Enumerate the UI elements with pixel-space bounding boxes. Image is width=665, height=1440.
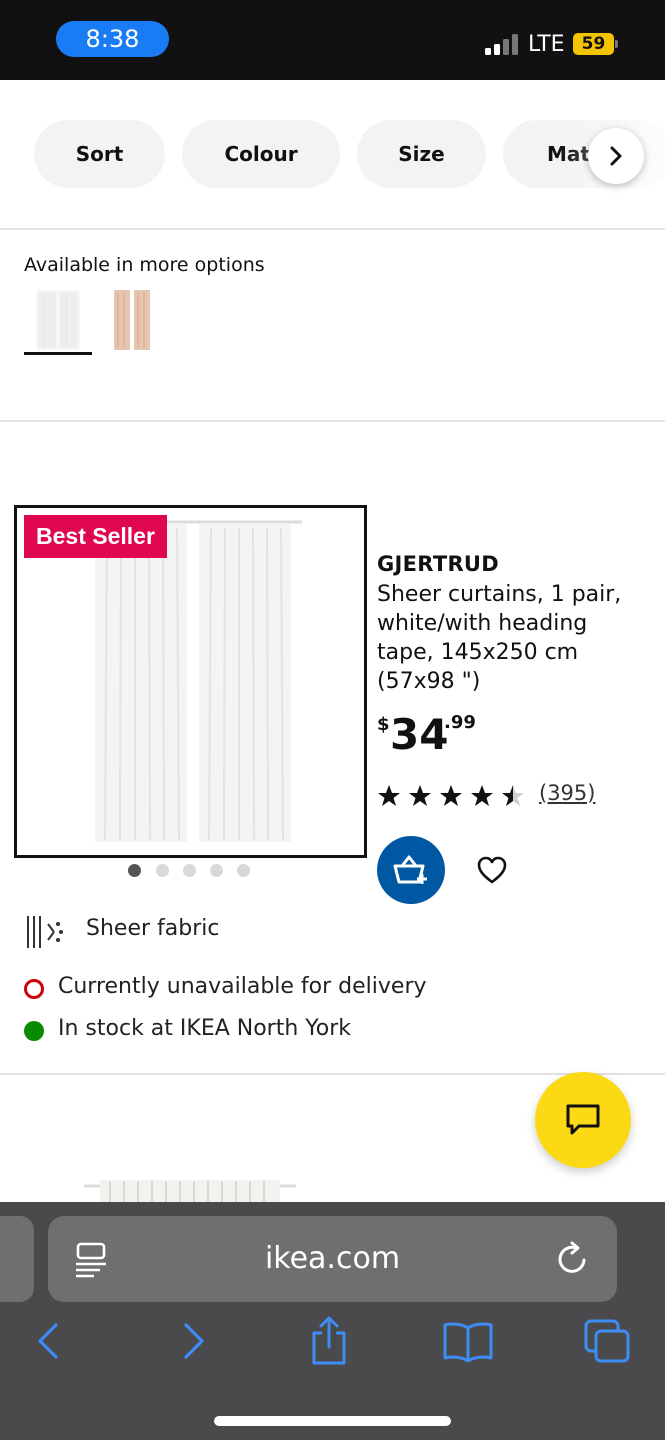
- price-integer: 34: [390, 710, 449, 759]
- heart-icon: [477, 856, 507, 884]
- signal-icon: [485, 33, 521, 55]
- delivery-status-label: Currently unavailable for delivery: [58, 974, 427, 999]
- forward-button[interactable]: [166, 1314, 220, 1368]
- more-options-label: Available in more options: [24, 254, 265, 276]
- star-icon: [378, 785, 400, 806]
- stock-status-label: In stock at IKEA North York: [58, 1016, 352, 1041]
- carousel-dot[interactable]: [156, 864, 169, 877]
- star-icon: [471, 785, 493, 806]
- carousel-dot[interactable]: [237, 864, 250, 877]
- cart-add-icon: [393, 855, 427, 884]
- sort-chip[interactable]: Sort: [34, 120, 165, 188]
- star-icon: [502, 785, 524, 806]
- best-seller-badge: Best Seller: [24, 515, 167, 558]
- reload-icon[interactable]: [556, 1240, 592, 1278]
- price-currency: $: [377, 714, 390, 735]
- previous-tab[interactable]: [0, 1216, 34, 1302]
- battery-level: 59: [573, 33, 614, 55]
- product-brand[interactable]: GJERTRUD: [377, 552, 499, 576]
- rating-stars: [377, 784, 527, 808]
- home-indicator: [214, 1416, 451, 1426]
- size-chip[interactable]: Size: [357, 120, 486, 188]
- feature-label: Sheer fabric: [86, 916, 220, 941]
- swatch-white[interactable]: [36, 290, 80, 354]
- carousel-dot[interactable]: [128, 864, 141, 877]
- chevron-right-icon: [184, 1323, 204, 1359]
- book-icon: [443, 1322, 493, 1362]
- filter-bar: Sort Colour Size Mat: [0, 80, 665, 230]
- url-text[interactable]: ikea.com: [48, 1216, 617, 1302]
- add-to-cart-button[interactable]: [377, 836, 445, 904]
- more-options-section: Available in more options: [0, 232, 665, 422]
- tabs-icon: [584, 1319, 630, 1363]
- review-count-link[interactable]: (395): [539, 781, 595, 805]
- tabs-button[interactable]: [580, 1314, 634, 1368]
- address-bar[interactable]: ikea.com: [48, 1216, 617, 1302]
- back-button[interactable]: [22, 1314, 76, 1368]
- product-description[interactable]: Sheer curtains, 1 pair, white/with headi…: [377, 580, 647, 696]
- in-stock-indicator: [24, 1021, 44, 1041]
- selected-swatch-indicator: [24, 352, 92, 355]
- bookmarks-button[interactable]: [441, 1314, 495, 1368]
- chevron-right-icon: [610, 146, 622, 166]
- network-label: LTE: [528, 32, 565, 57]
- share-button[interactable]: [302, 1314, 356, 1368]
- price-decimals: .99: [444, 712, 476, 733]
- sheer-fabric-icon: [27, 916, 63, 948]
- favourite-button[interactable]: [472, 850, 512, 890]
- unavailable-indicator: [24, 979, 44, 999]
- chat-button[interactable]: [535, 1072, 631, 1168]
- battery-icon: 59: [573, 33, 619, 55]
- carousel-dot[interactable]: [210, 864, 223, 877]
- share-icon: [312, 1316, 346, 1365]
- status-time: 8:38: [56, 21, 169, 57]
- swatch-beige[interactable]: [112, 290, 154, 354]
- image-carousel-dots: [128, 864, 258, 878]
- carousel-dot[interactable]: [183, 864, 196, 877]
- status-bar: 8:38 LTE 59: [0, 0, 665, 80]
- chat-icon: [566, 1104, 600, 1135]
- product-image[interactable]: Best Seller: [14, 505, 367, 858]
- star-icon: [409, 785, 431, 806]
- browser-toolbar: ikea.com: [0, 1202, 665, 1440]
- chevron-left-icon: [38, 1323, 58, 1359]
- star-icon: [440, 785, 462, 806]
- colour-chip[interactable]: Colour: [182, 120, 340, 188]
- filter-scroll-right-button[interactable]: [588, 128, 644, 184]
